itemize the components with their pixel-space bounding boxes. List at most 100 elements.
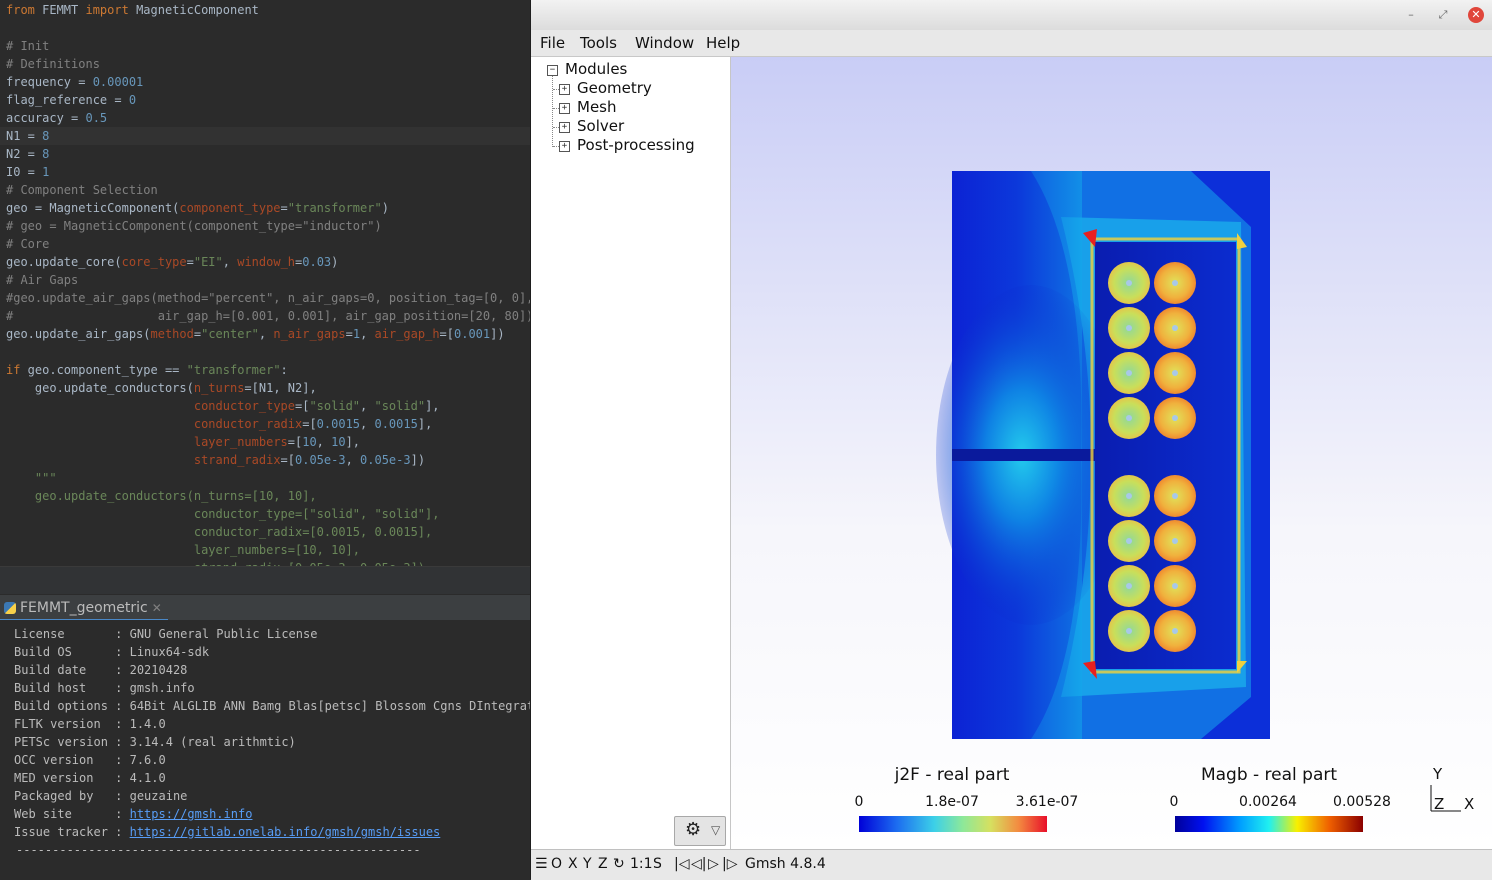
code-line[interactable]: """ xyxy=(6,469,57,487)
tree-item-modules[interactable]: Modules xyxy=(565,60,627,79)
code-line[interactable]: layer_numbers=[10, 10], xyxy=(6,541,360,559)
code-line[interactable]: strand_radix=[0.05e-3, 0.05e-3]) xyxy=(6,559,425,566)
code-token: = xyxy=(345,327,353,341)
tree-item-mesh[interactable]: Mesh xyxy=(577,98,617,117)
code-line[interactable]: geo.update_core(core_type="EI", window_h… xyxy=(6,253,338,271)
code-token: core_type xyxy=(121,255,187,269)
code-line[interactable]: flag_reference = 0 xyxy=(6,91,136,109)
code-line[interactable]: layer_numbers=[10, 10], xyxy=(6,433,360,451)
conductor-center xyxy=(1126,325,1132,331)
code-token: geo = MagneticComponent( xyxy=(6,201,180,215)
axis-z-label: Z xyxy=(1434,795,1444,813)
console-key: Issue tracker xyxy=(14,825,108,839)
view-z-button[interactable]: Z xyxy=(598,856,608,872)
console-line: Build options : 64Bit ALGLIB ANN Bamg Bl… xyxy=(14,697,530,715)
menu-tools[interactable]: Tools xyxy=(580,34,617,52)
code-line[interactable]: I0 = 1 xyxy=(6,163,49,181)
s-button[interactable]: S xyxy=(653,856,662,872)
collapse-icon[interactable]: − xyxy=(547,65,558,76)
expand-icon[interactable]: + xyxy=(559,103,570,114)
code-line[interactable]: geo = MagneticComponent(component_type="… xyxy=(6,199,389,217)
conductor-center xyxy=(1172,325,1178,331)
code-line[interactable]: conductor_type=["solid", "solid"], xyxy=(6,397,440,415)
code-token: ], xyxy=(417,417,433,431)
code-line[interactable]: if geo.component_type == "transformer": xyxy=(6,361,288,379)
console-link[interactable]: https://gmsh.info xyxy=(130,807,253,821)
tree-item-post-processing[interactable]: Post-processing xyxy=(577,136,695,155)
close-tab-icon[interactable]: ✕ xyxy=(152,601,162,615)
code-line[interactable]: accuracy = 0.5 xyxy=(6,109,107,127)
maximize-button[interactable]: ⤢ xyxy=(1435,7,1451,23)
menu-window[interactable]: Window xyxy=(635,34,694,52)
code-line[interactable]: geo.update_conductors(n_turns=[N1, N2], xyxy=(6,379,317,397)
code-token: ], xyxy=(425,399,440,413)
options-button[interactable]: ⚙ ▽ xyxy=(674,816,726,846)
code-token: component_type xyxy=(179,201,281,215)
code-line[interactable]: # Definitions xyxy=(6,55,100,73)
menu-help[interactable]: Help xyxy=(706,34,740,52)
window-titlebar[interactable]: – ⤢ ✕ xyxy=(531,0,1492,31)
legend2-mid: 0.00264 xyxy=(1239,794,1297,810)
code-line[interactable]: #geo.update_air_gaps(method="percent", n… xyxy=(6,289,530,307)
code-token: , xyxy=(345,453,361,467)
code-token: , xyxy=(360,399,375,413)
console-line: License : GNU General Public License xyxy=(14,625,317,643)
code-editor[interactable]: from FEMMT import MagneticComponent # Ini… xyxy=(0,0,530,566)
play-icon[interactable]: ▷ xyxy=(708,856,719,872)
console-separator: ----------------------------------------… xyxy=(16,843,421,857)
menu-toggle-icon[interactable]: ☰ xyxy=(535,856,548,872)
menu-file[interactable]: File xyxy=(540,34,565,52)
console-separator-colon: : xyxy=(107,627,130,641)
code-line[interactable]: # Component Selection xyxy=(6,181,158,199)
code-line[interactable]: geo.update_air_gaps(method="center", n_a… xyxy=(6,325,505,343)
code-token: geo.component_type == xyxy=(20,363,187,377)
scale-button[interactable]: 1:1 xyxy=(630,856,653,872)
graphics-viewport[interactable]: j2F - real part 0 1.8e-07 3.61e-07 Magb … xyxy=(731,57,1492,849)
console-value: gmsh.info xyxy=(129,681,195,695)
console-value: 7.6.0 xyxy=(129,753,166,767)
code-line[interactable]: conductor_radix=[0.0015, 0.0015], xyxy=(6,523,432,541)
console-output[interactable]: Version : 4.8.4 License : GNU General Pub… xyxy=(0,620,530,879)
expand-icon[interactable]: + xyxy=(559,84,570,95)
minimize-button[interactable]: – xyxy=(1403,7,1419,23)
code-line[interactable]: N2 = 8 xyxy=(6,145,49,163)
code-token: 1 xyxy=(352,327,361,341)
code-token: ]) xyxy=(490,327,505,341)
tree-item-solver[interactable]: Solver xyxy=(577,117,624,136)
first-step-icon[interactable]: |◁ xyxy=(674,856,689,872)
view-o-button[interactable]: O xyxy=(551,856,562,872)
console-tab[interactable]: FEMMT_geometric ✕ xyxy=(0,597,168,621)
console-tab-bar: FEMMT_geometric ✕ xyxy=(0,594,530,621)
console-key: OCC version xyxy=(14,753,108,767)
code-token: if xyxy=(6,363,21,377)
code-token: strand_radix xyxy=(193,453,281,467)
code-token: window_h xyxy=(237,255,296,269)
code-line[interactable]: # Air Gaps xyxy=(6,271,78,289)
code-line[interactable]: # Core xyxy=(6,235,49,253)
code-line[interactable]: # air_gap_h=[0.001, 0.001], air_gap_posi… xyxy=(6,307,530,325)
rotate-icon[interactable]: ↻ xyxy=(613,856,625,872)
code-token: ) xyxy=(381,201,389,215)
code-line[interactable]: # geo = MagneticComponent(component_type… xyxy=(6,217,382,235)
view-y-button[interactable]: Y xyxy=(583,856,592,872)
console-key: Build OS xyxy=(14,645,108,659)
code-line[interactable]: from FEMMT import MagneticComponent xyxy=(6,1,259,19)
code-line[interactable]: N1 = 8 xyxy=(6,127,49,145)
expand-icon[interactable]: + xyxy=(559,141,570,152)
code-line[interactable]: conductor_radix=[0.0015, 0.0015], xyxy=(6,415,432,433)
prev-step-icon[interactable]: ◁| xyxy=(691,856,706,872)
next-step-icon[interactable]: |▷ xyxy=(722,856,737,872)
view-x-button[interactable]: X xyxy=(568,856,578,872)
code-line[interactable]: frequency = 0.00001 xyxy=(6,73,143,91)
code-line[interactable]: geo.update_conductors(n_turns=[10, 10], xyxy=(6,487,317,505)
axis-y-label: Y xyxy=(1432,765,1443,783)
close-button[interactable]: ✕ xyxy=(1468,7,1484,23)
expand-icon[interactable]: + xyxy=(559,122,570,133)
tree-item-geometry[interactable]: Geometry xyxy=(577,79,652,98)
code-line[interactable]: strand_radix=[0.05e-3, 0.05e-3]) xyxy=(6,451,425,469)
code-line[interactable]: # Init xyxy=(6,37,49,55)
code-line[interactable]: conductor_type=["solid", "solid"], xyxy=(6,505,440,523)
console-link[interactable]: https://gitlab.onelab.info/gmsh/gmsh/iss… xyxy=(130,825,441,839)
